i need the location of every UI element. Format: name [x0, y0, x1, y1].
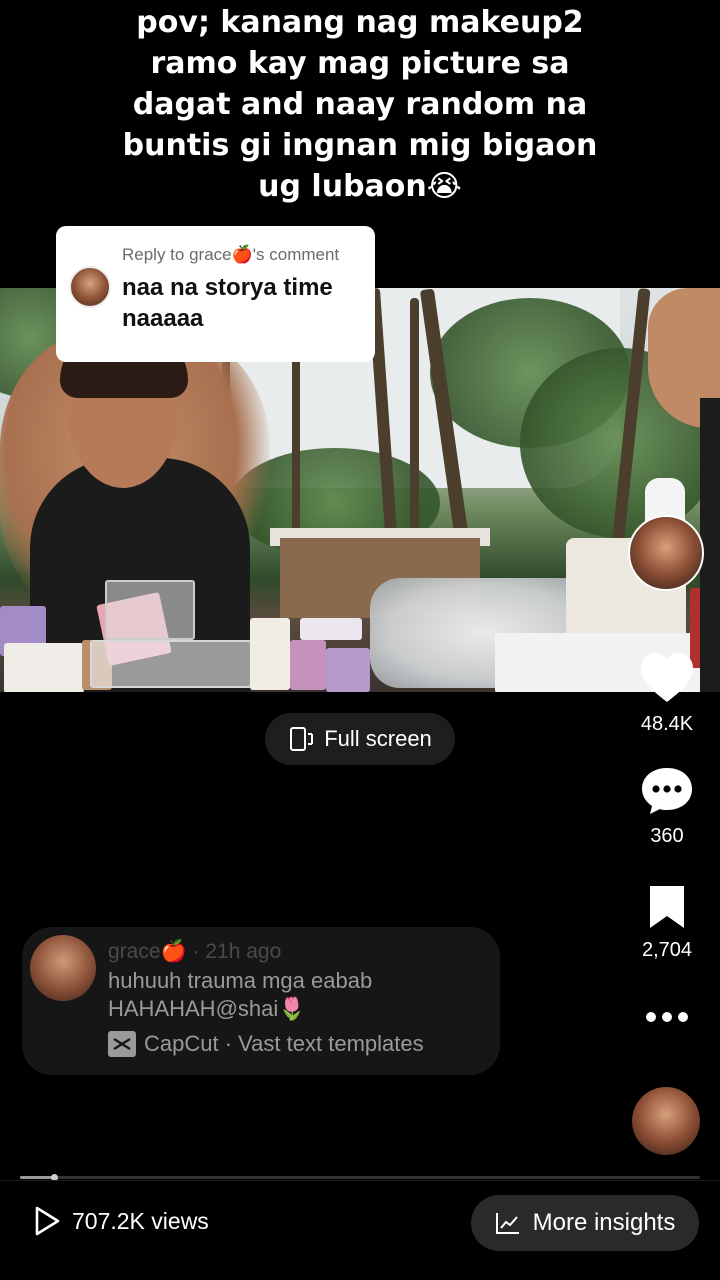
template-link[interactable]: CapCut · Vast text templates — [108, 1031, 424, 1057]
save-button[interactable]: 2,704 — [626, 884, 708, 962]
heart-icon — [641, 653, 693, 702]
chart-icon — [495, 1213, 519, 1234]
product-box — [90, 640, 252, 688]
avatar — [30, 935, 96, 1001]
palm-trunk — [410, 298, 419, 558]
template-label: CapCut · Vast text templates — [144, 1031, 424, 1056]
sound-avatar[interactable] — [632, 1087, 700, 1155]
more-options-button[interactable] — [626, 1010, 708, 1029]
more-insights-label: More insights — [532, 1209, 676, 1236]
product-box — [300, 618, 362, 640]
avatar — [69, 266, 111, 308]
product-box — [326, 648, 370, 692]
reply-text: naa na storya time naaaaa — [122, 274, 333, 332]
comment-button[interactable]: 360 — [626, 766, 708, 848]
comment-count: 360 — [650, 825, 684, 847]
comment-text: huhuuh trauma mga eabab HAHAHAH@shai🌷 — [108, 968, 373, 1021]
views-count: 707.2K views — [72, 1207, 209, 1234]
stats-bar: 707.2K views More insights — [0, 1180, 720, 1280]
product-box — [290, 640, 326, 690]
like-count: 48.4K — [640, 713, 694, 735]
caption-line: dagat and naay random na — [132, 87, 588, 122]
playback-progress-bar[interactable] — [20, 1174, 700, 1181]
capcut-icon — [108, 1031, 136, 1057]
product-box — [105, 580, 195, 640]
comment-icon — [642, 768, 692, 814]
caption-line: buntis gi ingnan mig bigaon — [122, 128, 598, 163]
reply-comment-sticker[interactable]: Reply to grace🍎's comment naa na storya … — [56, 226, 375, 362]
fullscreen-icon — [290, 727, 314, 751]
save-count: 2,704 — [641, 939, 693, 961]
play-icon — [35, 1206, 60, 1236]
full-screen-label: Full screen — [324, 726, 432, 751]
full-screen-button[interactable]: Full screen — [265, 713, 455, 765]
comment-preview[interactable]: grace🍎 · 21h ago huhuuh trauma mga eabab… — [22, 927, 500, 1075]
creator-avatar[interactable] — [628, 515, 704, 591]
reply-label: Reply to grace🍎's comment — [122, 245, 340, 264]
caption-line: ramo kay mag picture sa — [150, 46, 570, 81]
more-insights-button[interactable]: More insights — [471, 1195, 699, 1251]
like-button[interactable]: 48.4K — [626, 652, 708, 736]
progress-fill — [20, 1176, 54, 1179]
video-caption: pov; kanang nag makeup2 ramo kay mag pic… — [40, 2, 680, 207]
caption-line: ug lubaon😭 — [258, 169, 462, 204]
views-stat[interactable]: 707.2K views — [32, 1205, 209, 1237]
bookmark-icon — [650, 886, 684, 928]
product-box — [4, 643, 84, 692]
comment-meta: grace🍎 · 21h ago — [108, 940, 282, 963]
product-box — [250, 618, 290, 690]
caption-line: pov; kanang nag makeup2 — [136, 5, 584, 40]
more-icon — [646, 1012, 688, 1022]
